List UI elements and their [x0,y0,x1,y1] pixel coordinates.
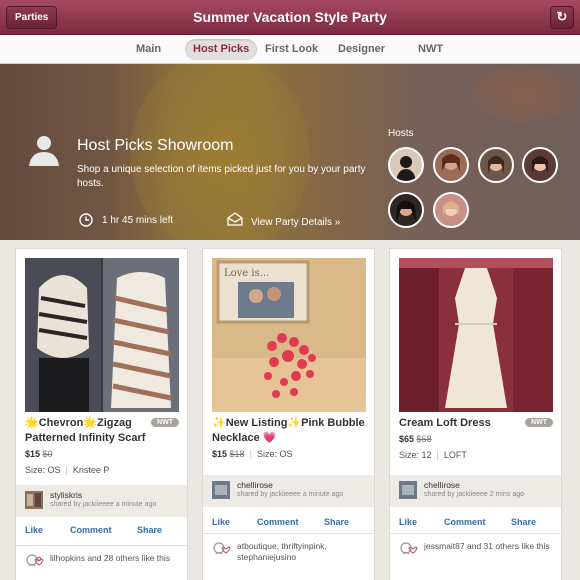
share-info: chellirose shared by jackiieeee a minute… [203,475,374,507]
clock-icon [79,213,93,227]
sharer-name[interactable]: styliskris [50,490,82,500]
tab-nwt[interactable]: NWT [410,39,451,60]
nwt-badge: NWT [525,418,553,427]
top-bar: Parties Summer Vacation Style Party ↻ [0,0,580,35]
action-bar: Like Comment Share [16,525,187,545]
refresh-button[interactable]: ↻ [550,6,574,29]
listing-original-price: $0 [42,449,53,459]
page-title: Summer Vacation Style Party [193,9,387,25]
showroom-description: Shop a unique selection of items picked … [77,164,366,189]
listing-photo[interactable] [399,258,553,412]
share-button[interactable]: Share [137,525,162,535]
sharer-name[interactable]: chellirose [237,480,273,490]
likers-text[interactable]: atboutique, thriftyinpink, stephaniejusi… [237,541,367,563]
comment-button[interactable]: Comment [444,517,486,527]
share-info: chellirose shared by jackiieeee 2 mins a… [390,475,561,507]
likers-text[interactable]: lilhopkins and 28 others like this [50,553,180,564]
hosts-label: Hosts [388,128,414,139]
tab-bar: Main Host Picks First Look Designer NWT [0,35,580,64]
share-button[interactable]: Share [511,517,536,527]
showroom-title: Host Picks Showroom [77,137,234,154]
listing-photo[interactable] [25,258,179,412]
sharer-avatar[interactable] [25,491,43,509]
share-button[interactable]: Share [324,517,349,527]
like-button[interactable]: Like [399,517,417,527]
listing-card[interactable]: Love is... ✨New Listing✨Pink Bubble Neck… [202,248,375,580]
likers-text[interactable]: jessmait87 and 31 others like this [424,541,554,552]
listing-original-price: $68 [416,434,432,444]
listing-meta: Size: OS | Kristee P [25,465,110,475]
comment-button[interactable]: Comment [70,525,112,535]
listing-price-row: $65 $68 [399,434,432,444]
comment-button[interactable]: Comment [257,517,299,527]
showroom-banner: Host Picks Showroom Shop a unique select… [0,64,580,240]
tab-first-look[interactable]: First Look [257,39,326,60]
heart-icon [400,542,418,555]
likes-info: jessmait87 and 31 others like this [390,533,561,577]
heart-icon [213,542,231,555]
shared-by-text: shared by jackiieeee a minute ago [237,491,344,498]
host-avatar[interactable] [478,147,514,183]
listing-title[interactable]: ✨New Listing✨Pink Bubble Necklace 💗 [212,416,367,446]
view-party-details-link[interactable]: View Party Details » [251,217,340,228]
like-button[interactable]: Like [25,525,43,535]
listing-price: $65 [399,434,415,444]
listing-price: $15 [25,449,41,459]
sharer-avatar[interactable] [212,481,230,499]
host-avatar[interactable] [433,147,469,183]
like-button[interactable]: Like [212,517,230,527]
listing-size: Size: OS [25,465,61,475]
listing-card[interactable]: Cream Loft Dress NWT $65 $68 Size: 12 | … [389,248,562,580]
listing-meta: Size: 12 | LOFT [399,450,467,460]
nwt-badge: NWT [151,418,179,427]
listing-original-price: $18 [229,449,245,459]
heart-icon [26,554,44,567]
likes-info: lilhopkins and 28 others like this [16,545,187,580]
tab-host-picks[interactable]: Host Picks [185,39,258,60]
photo-frame-text: Love is... [224,268,269,279]
host-avatar[interactable] [433,192,469,228]
sharer-name[interactable]: chellirose [424,480,460,490]
host-avatar[interactable] [388,192,424,228]
time-left: 1 hr 45 mins left [102,215,174,226]
listing-price-row: $15 $0 [25,449,53,459]
host-avatar[interactable] [388,147,424,183]
refresh-icon: ↻ [556,9,568,24]
person-icon [29,136,59,166]
host-avatar[interactable] [522,147,558,183]
listing-price: $15 [212,449,228,459]
listing-brand: Kristee P [72,465,110,475]
likes-info: atboutique, thriftyinpink, stephaniejusi… [203,533,374,577]
listing-photo[interactable]: Love is... [212,258,366,412]
listing-card[interactable]: 🌟Chevron🌟Zigzag Patterned Infinity Scarf… [15,248,188,580]
listing-brand: LOFT [443,450,467,460]
listing-size: Size: OS [256,449,293,459]
listing-size: Size: 12 [399,450,432,460]
party-icon [227,212,243,226]
listing-price-row: $15 $18 | Size: OS [212,449,293,459]
tab-designer[interactable]: Designer [330,39,393,60]
tab-main[interactable]: Main [128,39,169,60]
sharer-avatar[interactable] [399,481,417,499]
shared-by-text: shared by jackiieeee a minute ago [50,501,157,508]
shared-by-text: shared by jackiieeee 2 mins ago [424,491,525,498]
share-info: styliskris shared by jackiieeee a minute… [16,485,187,517]
